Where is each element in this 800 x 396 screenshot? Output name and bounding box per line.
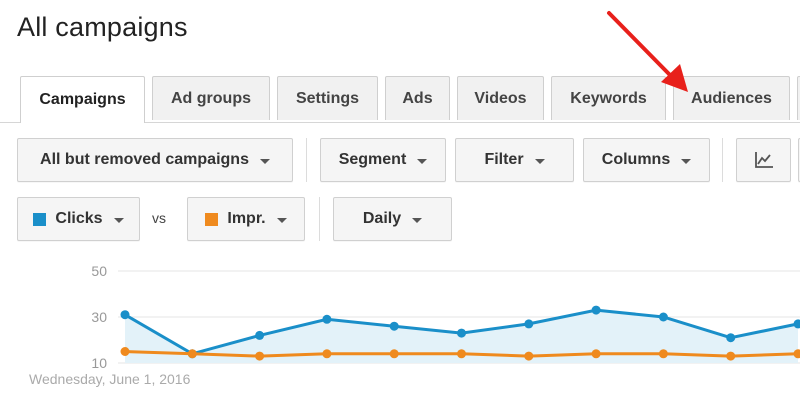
chart-start-date: Wednesday, June 1, 2016 [29, 371, 191, 387]
data-point[interactable] [322, 349, 332, 359]
page-title: All campaigns [17, 12, 188, 42]
columns-label: Columns [601, 151, 671, 168]
chevron-down-icon [412, 217, 423, 223]
tab-ad-groups[interactable]: Ad groups [152, 76, 270, 120]
data-point[interactable] [658, 312, 668, 322]
chevron-down-icon [417, 158, 428, 164]
data-point[interactable] [591, 349, 601, 359]
data-point[interactable] [591, 305, 601, 315]
data-point[interactable] [389, 349, 399, 359]
segment-button[interactable]: Segment [320, 138, 446, 182]
data-point[interactable] [457, 328, 466, 338]
data-point[interactable] [726, 333, 736, 343]
tab-bar: Campaigns Ad groups Settings Ads Videos … [0, 76, 800, 123]
metric2-label: Impr. [227, 210, 266, 227]
chevron-down-icon [276, 217, 287, 223]
metric1-label: Clicks [55, 210, 103, 227]
data-point[interactable] [524, 319, 534, 329]
toolbar-divider [722, 138, 723, 182]
granularity-dropdown[interactable]: Daily [333, 197, 452, 241]
line-chart-icon [754, 152, 773, 168]
y-tick-label: 50 [91, 263, 107, 279]
tab-audiences[interactable]: Audiences [673, 76, 790, 120]
chart-toggle-button[interactable] [736, 138, 791, 182]
chevron-down-icon [681, 158, 692, 164]
data-point[interactable] [255, 330, 265, 340]
tab-campaigns[interactable]: Campaigns [20, 76, 145, 123]
tab-videos[interactable]: Videos [457, 76, 544, 120]
tab-settings[interactable]: Settings [277, 76, 378, 120]
data-point[interactable] [255, 351, 265, 361]
data-point[interactable] [120, 310, 130, 320]
data-point[interactable] [658, 349, 668, 359]
campaign-status-label: All but removed campaigns [40, 151, 249, 168]
data-point[interactable] [726, 351, 736, 361]
campaign-status-dropdown[interactable]: All but removed campaigns [17, 138, 293, 182]
granularity-label: Daily [362, 210, 402, 227]
filter-label: Filter [484, 151, 524, 168]
chevron-down-icon [534, 158, 545, 164]
data-point[interactable] [322, 314, 332, 324]
data-point[interactable] [457, 349, 466, 359]
data-point[interactable] [389, 321, 399, 331]
data-point[interactable] [120, 347, 130, 356]
metric2-swatch [205, 212, 219, 226]
data-point[interactable] [187, 349, 197, 359]
tab-ads[interactable]: Ads [385, 76, 450, 120]
filter-button[interactable]: Filter [455, 138, 574, 182]
data-point[interactable] [524, 351, 534, 361]
chevron-down-icon [259, 158, 270, 164]
toolbar-divider [306, 138, 307, 182]
columns-button[interactable]: Columns [583, 138, 710, 182]
y-tick-label: 30 [91, 309, 107, 325]
y-tick-label: 10 [91, 355, 107, 371]
tab-keywords[interactable]: Keywords [551, 76, 666, 120]
metric1-dropdown[interactable]: Clicks [17, 197, 140, 241]
vs-label: vs [152, 210, 166, 226]
toolbar-divider [319, 197, 320, 241]
metric1-swatch [33, 212, 47, 226]
segment-label: Segment [338, 151, 407, 168]
chevron-down-icon [113, 217, 124, 223]
metric2-dropdown[interactable]: Impr. [187, 197, 305, 241]
